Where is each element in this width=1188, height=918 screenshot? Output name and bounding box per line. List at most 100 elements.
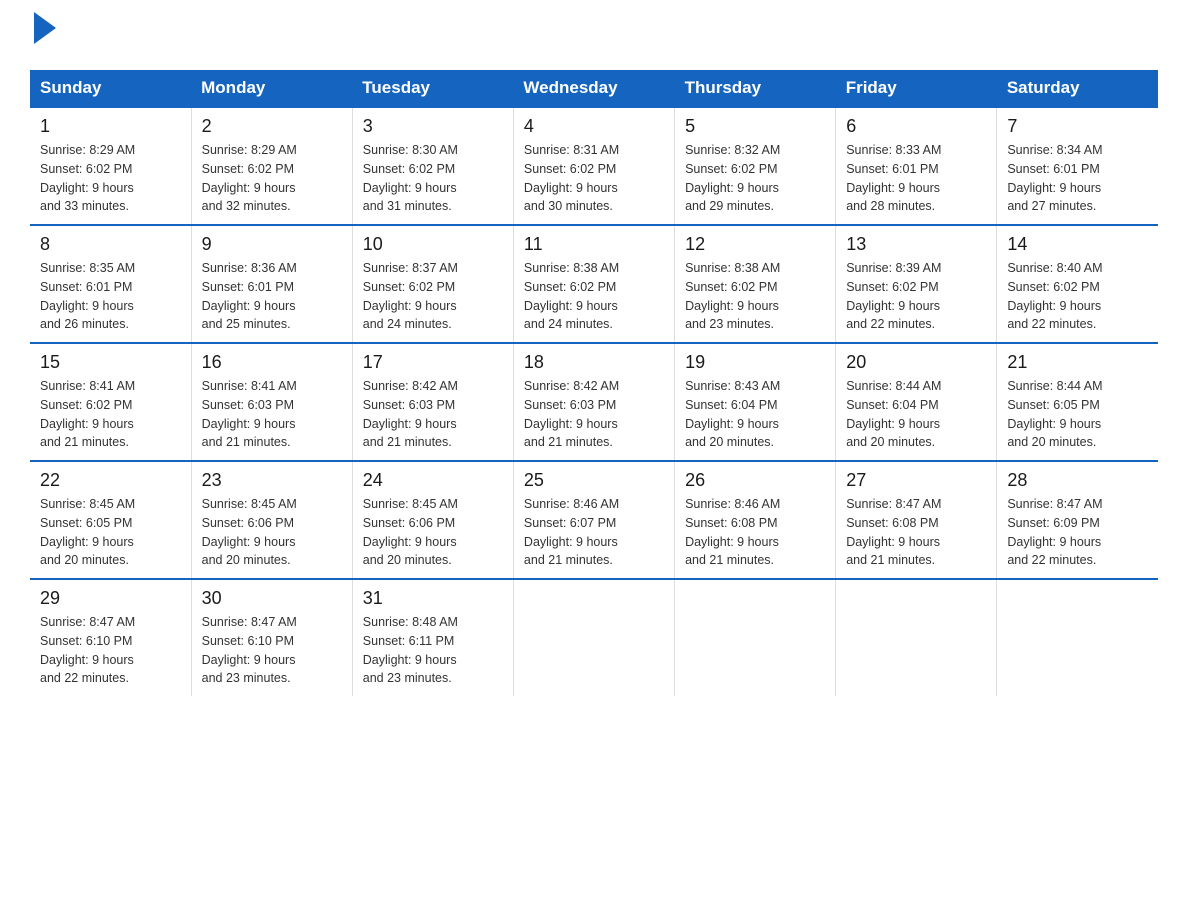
- day-info: Sunrise: 8:43 AMSunset: 6:04 PMDaylight:…: [685, 377, 825, 452]
- calendar-week-row: 1 Sunrise: 8:29 AMSunset: 6:02 PMDayligh…: [30, 107, 1158, 225]
- day-number: 12: [685, 234, 825, 255]
- day-info: Sunrise: 8:37 AMSunset: 6:02 PMDaylight:…: [363, 259, 503, 334]
- day-info: Sunrise: 8:45 AMSunset: 6:06 PMDaylight:…: [363, 495, 503, 570]
- day-info: Sunrise: 8:42 AMSunset: 6:03 PMDaylight:…: [524, 377, 664, 452]
- calendar-cell: [513, 579, 674, 696]
- calendar-cell: 29 Sunrise: 8:47 AMSunset: 6:10 PMDaylig…: [30, 579, 191, 696]
- day-number: 25: [524, 470, 664, 491]
- day-number: 5: [685, 116, 825, 137]
- day-info: Sunrise: 8:47 AMSunset: 6:08 PMDaylight:…: [846, 495, 986, 570]
- day-info: Sunrise: 8:44 AMSunset: 6:05 PMDaylight:…: [1007, 377, 1148, 452]
- calendar-cell: 4 Sunrise: 8:31 AMSunset: 6:02 PMDayligh…: [513, 107, 674, 225]
- day-info: Sunrise: 8:31 AMSunset: 6:02 PMDaylight:…: [524, 141, 664, 216]
- day-info: Sunrise: 8:34 AMSunset: 6:01 PMDaylight:…: [1007, 141, 1148, 216]
- calendar-cell: 16 Sunrise: 8:41 AMSunset: 6:03 PMDaylig…: [191, 343, 352, 461]
- calendar-cell: 2 Sunrise: 8:29 AMSunset: 6:02 PMDayligh…: [191, 107, 352, 225]
- day-number: 10: [363, 234, 503, 255]
- day-info: Sunrise: 8:41 AMSunset: 6:02 PMDaylight:…: [40, 377, 181, 452]
- day-info: Sunrise: 8:33 AMSunset: 6:01 PMDaylight:…: [846, 141, 986, 216]
- calendar-cell: [836, 579, 997, 696]
- calendar-cell: 22 Sunrise: 8:45 AMSunset: 6:05 PMDaylig…: [30, 461, 191, 579]
- day-info: Sunrise: 8:45 AMSunset: 6:06 PMDaylight:…: [202, 495, 342, 570]
- day-info: Sunrise: 8:39 AMSunset: 6:02 PMDaylight:…: [846, 259, 986, 334]
- calendar-cell: 30 Sunrise: 8:47 AMSunset: 6:10 PMDaylig…: [191, 579, 352, 696]
- weekday-header-row: SundayMondayTuesdayWednesdayThursdayFrid…: [30, 70, 1158, 107]
- calendar-cell: 18 Sunrise: 8:42 AMSunset: 6:03 PMDaylig…: [513, 343, 674, 461]
- day-number: 4: [524, 116, 664, 137]
- page-header: [30, 20, 1158, 52]
- weekday-header-monday: Monday: [191, 70, 352, 107]
- day-number: 20: [846, 352, 986, 373]
- calendar-cell: 26 Sunrise: 8:46 AMSunset: 6:08 PMDaylig…: [675, 461, 836, 579]
- calendar-cell: 24 Sunrise: 8:45 AMSunset: 6:06 PMDaylig…: [352, 461, 513, 579]
- weekday-header-thursday: Thursday: [675, 70, 836, 107]
- calendar-cell: 1 Sunrise: 8:29 AMSunset: 6:02 PMDayligh…: [30, 107, 191, 225]
- calendar-cell: 17 Sunrise: 8:42 AMSunset: 6:03 PMDaylig…: [352, 343, 513, 461]
- day-number: 27: [846, 470, 986, 491]
- day-number: 24: [363, 470, 503, 491]
- calendar-cell: 28 Sunrise: 8:47 AMSunset: 6:09 PMDaylig…: [997, 461, 1158, 579]
- day-number: 7: [1007, 116, 1148, 137]
- day-number: 19: [685, 352, 825, 373]
- calendar-cell: 21 Sunrise: 8:44 AMSunset: 6:05 PMDaylig…: [997, 343, 1158, 461]
- day-number: 13: [846, 234, 986, 255]
- weekday-header-sunday: Sunday: [30, 70, 191, 107]
- day-number: 9: [202, 234, 342, 255]
- calendar-cell: [997, 579, 1158, 696]
- calendar-cell: 15 Sunrise: 8:41 AMSunset: 6:02 PMDaylig…: [30, 343, 191, 461]
- day-number: 17: [363, 352, 503, 373]
- calendar-cell: 19 Sunrise: 8:43 AMSunset: 6:04 PMDaylig…: [675, 343, 836, 461]
- calendar-cell: 8 Sunrise: 8:35 AMSunset: 6:01 PMDayligh…: [30, 225, 191, 343]
- day-info: Sunrise: 8:48 AMSunset: 6:11 PMDaylight:…: [363, 613, 503, 688]
- calendar-cell: 6 Sunrise: 8:33 AMSunset: 6:01 PMDayligh…: [836, 107, 997, 225]
- day-number: 18: [524, 352, 664, 373]
- calendar-cell: 7 Sunrise: 8:34 AMSunset: 6:01 PMDayligh…: [997, 107, 1158, 225]
- calendar-week-row: 22 Sunrise: 8:45 AMSunset: 6:05 PMDaylig…: [30, 461, 1158, 579]
- day-number: 26: [685, 470, 825, 491]
- calendar-cell: [675, 579, 836, 696]
- calendar-cell: 10 Sunrise: 8:37 AMSunset: 6:02 PMDaylig…: [352, 225, 513, 343]
- weekday-header-wednesday: Wednesday: [513, 70, 674, 107]
- day-number: 23: [202, 470, 342, 491]
- day-info: Sunrise: 8:29 AMSunset: 6:02 PMDaylight:…: [40, 141, 181, 216]
- day-number: 22: [40, 470, 181, 491]
- day-number: 28: [1007, 470, 1148, 491]
- calendar-cell: 12 Sunrise: 8:38 AMSunset: 6:02 PMDaylig…: [675, 225, 836, 343]
- calendar-cell: 11 Sunrise: 8:38 AMSunset: 6:02 PMDaylig…: [513, 225, 674, 343]
- day-info: Sunrise: 8:32 AMSunset: 6:02 PMDaylight:…: [685, 141, 825, 216]
- day-number: 1: [40, 116, 181, 137]
- day-number: 15: [40, 352, 181, 373]
- calendar-cell: 23 Sunrise: 8:45 AMSunset: 6:06 PMDaylig…: [191, 461, 352, 579]
- day-number: 14: [1007, 234, 1148, 255]
- logo: [30, 20, 56, 52]
- logo-arrow-icon: [34, 12, 56, 44]
- day-number: 6: [846, 116, 986, 137]
- day-info: Sunrise: 8:38 AMSunset: 6:02 PMDaylight:…: [524, 259, 664, 334]
- day-info: Sunrise: 8:45 AMSunset: 6:05 PMDaylight:…: [40, 495, 181, 570]
- day-info: Sunrise: 8:29 AMSunset: 6:02 PMDaylight:…: [202, 141, 342, 216]
- day-number: 21: [1007, 352, 1148, 373]
- day-number: 29: [40, 588, 181, 609]
- day-number: 30: [202, 588, 342, 609]
- calendar-cell: 31 Sunrise: 8:48 AMSunset: 6:11 PMDaylig…: [352, 579, 513, 696]
- calendar-week-row: 8 Sunrise: 8:35 AMSunset: 6:01 PMDayligh…: [30, 225, 1158, 343]
- day-info: Sunrise: 8:46 AMSunset: 6:07 PMDaylight:…: [524, 495, 664, 570]
- day-info: Sunrise: 8:30 AMSunset: 6:02 PMDaylight:…: [363, 141, 503, 216]
- day-info: Sunrise: 8:47 AMSunset: 6:10 PMDaylight:…: [202, 613, 342, 688]
- weekday-header-saturday: Saturday: [997, 70, 1158, 107]
- calendar-week-row: 29 Sunrise: 8:47 AMSunset: 6:10 PMDaylig…: [30, 579, 1158, 696]
- calendar-cell: 5 Sunrise: 8:32 AMSunset: 6:02 PMDayligh…: [675, 107, 836, 225]
- day-number: 3: [363, 116, 503, 137]
- day-info: Sunrise: 8:46 AMSunset: 6:08 PMDaylight:…: [685, 495, 825, 570]
- calendar-cell: 27 Sunrise: 8:47 AMSunset: 6:08 PMDaylig…: [836, 461, 997, 579]
- calendar-cell: 20 Sunrise: 8:44 AMSunset: 6:04 PMDaylig…: [836, 343, 997, 461]
- calendar-table: SundayMondayTuesdayWednesdayThursdayFrid…: [30, 70, 1158, 696]
- day-number: 8: [40, 234, 181, 255]
- calendar-week-row: 15 Sunrise: 8:41 AMSunset: 6:02 PMDaylig…: [30, 343, 1158, 461]
- calendar-cell: 13 Sunrise: 8:39 AMSunset: 6:02 PMDaylig…: [836, 225, 997, 343]
- day-info: Sunrise: 8:35 AMSunset: 6:01 PMDaylight:…: [40, 259, 181, 334]
- day-info: Sunrise: 8:38 AMSunset: 6:02 PMDaylight:…: [685, 259, 825, 334]
- day-info: Sunrise: 8:40 AMSunset: 6:02 PMDaylight:…: [1007, 259, 1148, 334]
- calendar-cell: 25 Sunrise: 8:46 AMSunset: 6:07 PMDaylig…: [513, 461, 674, 579]
- calendar-cell: 9 Sunrise: 8:36 AMSunset: 6:01 PMDayligh…: [191, 225, 352, 343]
